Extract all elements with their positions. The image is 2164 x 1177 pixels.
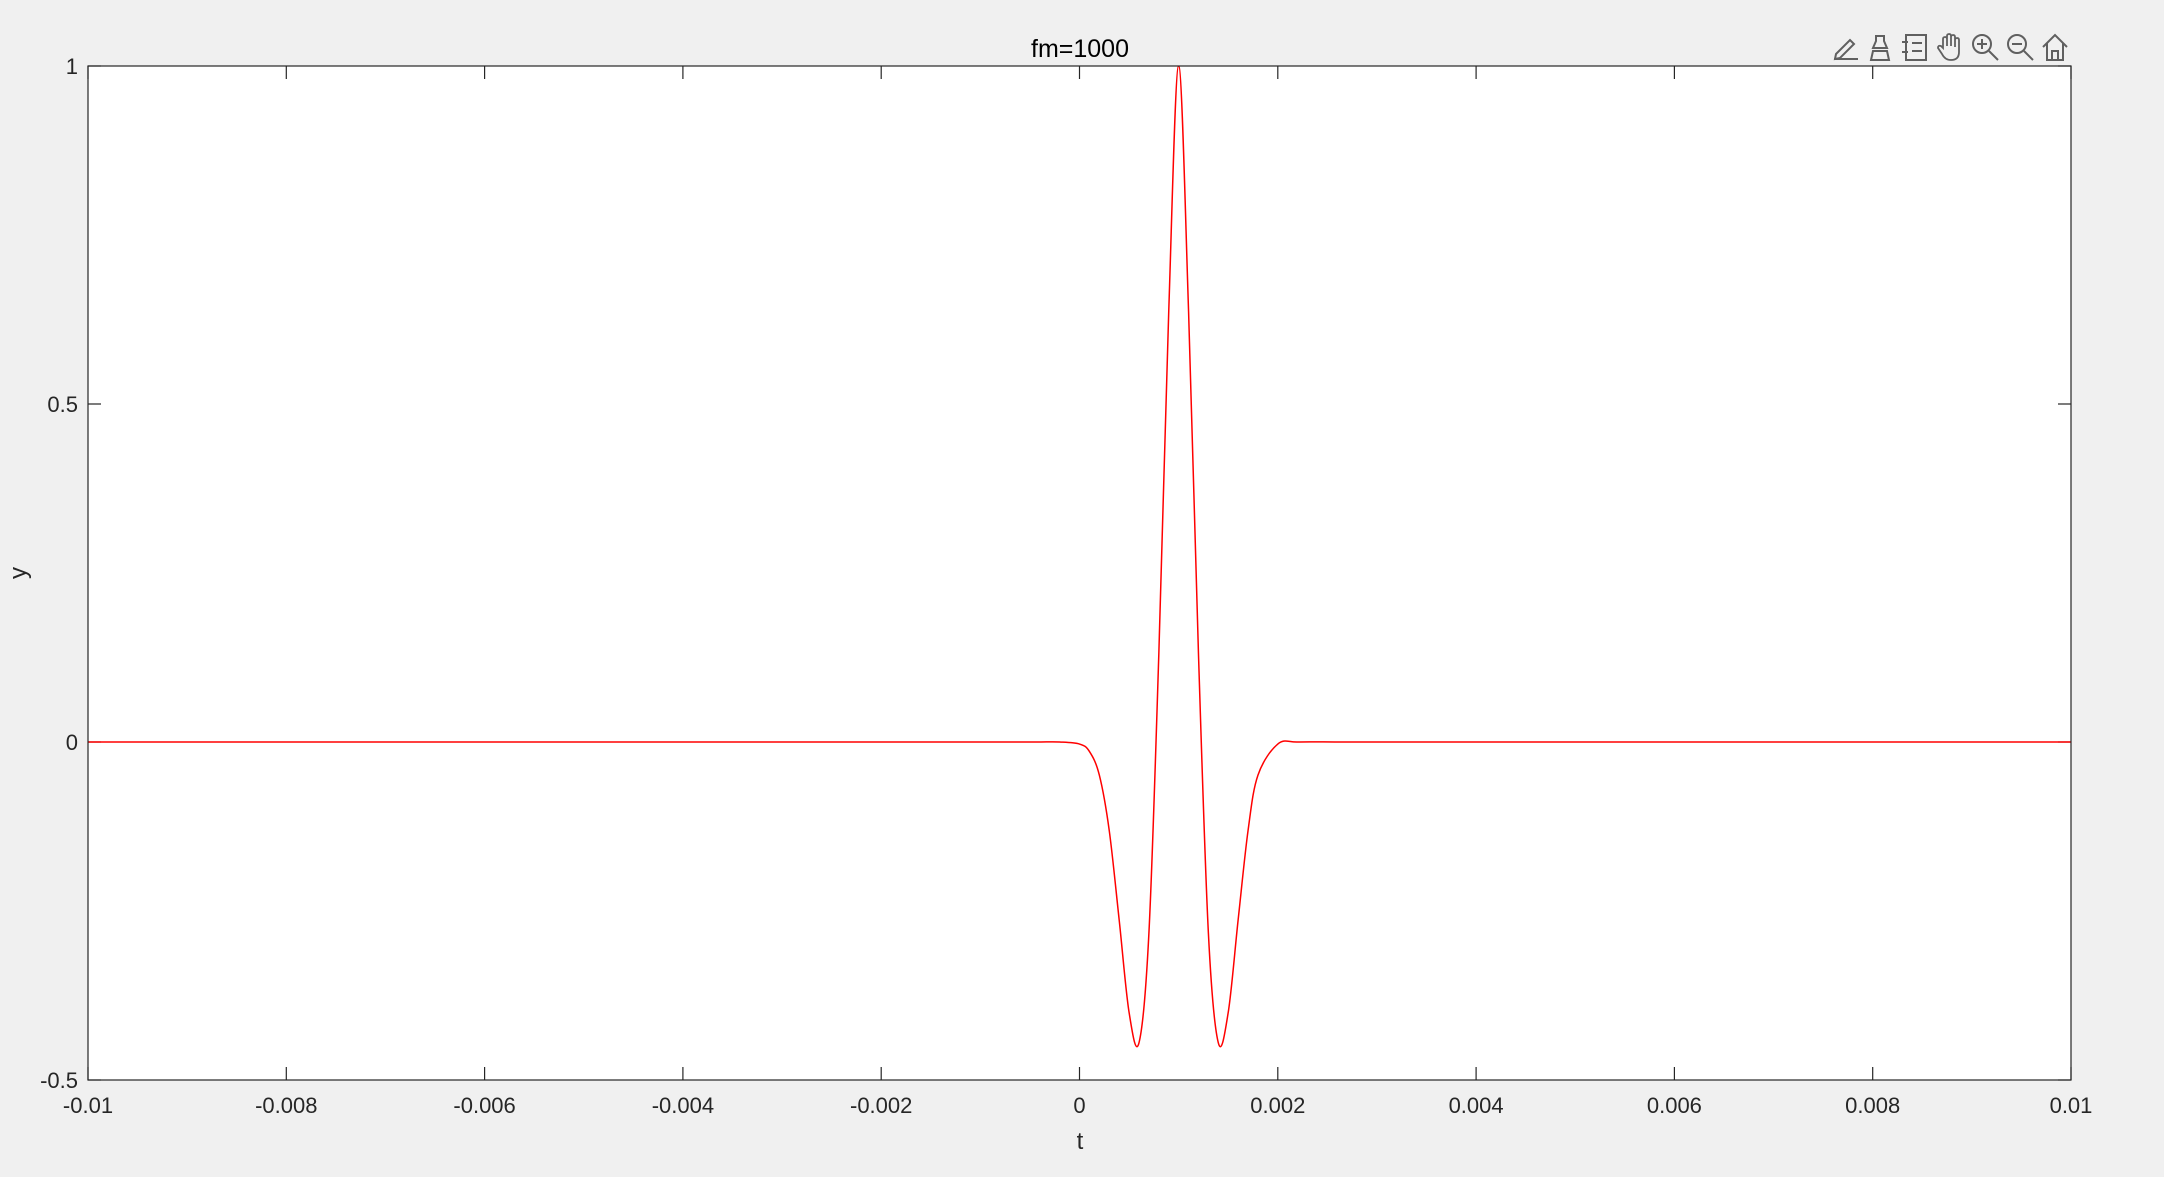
x-tick-label: -0.01 bbox=[63, 1093, 113, 1118]
zoom-in-icon[interactable] bbox=[1970, 32, 2000, 62]
insert-data-tip-icon[interactable] bbox=[1865, 32, 1895, 62]
x-tick-label: -0.008 bbox=[255, 1093, 317, 1118]
x-tick-label: 0.004 bbox=[1449, 1093, 1504, 1118]
plot-area[interactable] bbox=[88, 66, 2071, 1080]
x-tick-label: 0.002 bbox=[1250, 1093, 1305, 1118]
edit-plot-icon[interactable] bbox=[1830, 32, 1860, 62]
x-tick-label: 0.006 bbox=[1647, 1093, 1702, 1118]
x-tick-label: -0.002 bbox=[850, 1093, 912, 1118]
y-tick-label: 0.5 bbox=[47, 392, 78, 417]
x-tick-label: 0 bbox=[1073, 1093, 1085, 1118]
x-tick-label: 0.008 bbox=[1845, 1093, 1900, 1118]
y-tick-label: -0.5 bbox=[40, 1068, 78, 1093]
x-tick-label: 0.01 bbox=[2050, 1093, 2093, 1118]
y-tick-label: 0 bbox=[66, 730, 78, 755]
x-tick-label: -0.004 bbox=[652, 1093, 714, 1118]
y-tick-label: 1 bbox=[66, 54, 78, 79]
y-axis-label: y bbox=[5, 567, 32, 579]
insert-legend-icon[interactable] bbox=[1900, 32, 1930, 62]
figure-canvas: -0.01 -0.008 -0.006 -0.004 -0.002 0 0.002 0.004… bbox=[0, 0, 2164, 1177]
pan-hand-icon[interactable] bbox=[1935, 32, 1965, 62]
zoom-out-icon[interactable] bbox=[2005, 32, 2035, 62]
x-tick-label: -0.006 bbox=[453, 1093, 515, 1118]
x-axis-label: t bbox=[1077, 1128, 1084, 1155]
chart-title: fm=1000 bbox=[1031, 35, 1129, 63]
axes-toolbar bbox=[1830, 32, 2070, 62]
home-icon[interactable] bbox=[2040, 32, 2070, 62]
